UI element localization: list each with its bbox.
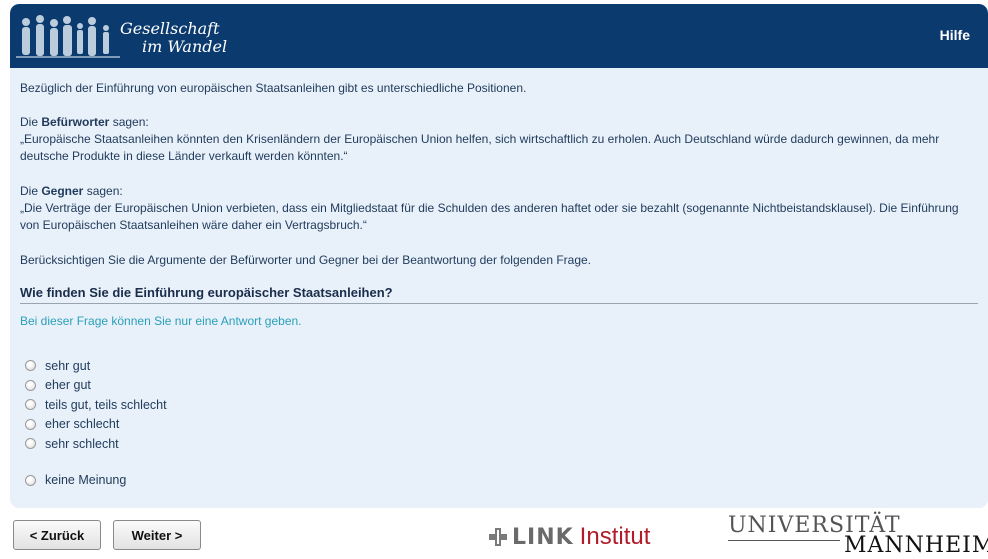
option-keine-meinung[interactable]: keine Meinung [25, 471, 167, 491]
option-sehr-gut[interactable]: sehr gut [25, 356, 167, 376]
uni-line-2: MANNHEIM [844, 533, 988, 558]
radio-button[interactable] [25, 438, 36, 450]
people-silhouette-icon [16, 15, 120, 58]
consider-text: Berücksichtigen Sie die Argumente der Be… [20, 253, 592, 267]
option-eher-schlecht[interactable]: eher schlecht [25, 415, 167, 435]
opponents-quote: „Die Verträge der Europäischen Union ver… [20, 201, 959, 232]
header-bar: Gesellschaft im Wandel Hilfe [10, 4, 988, 68]
opponents-label: Gegner [41, 184, 84, 198]
survey-panel: Gesellschaft im Wandel Hilfe Bezüglich d… [10, 4, 988, 508]
back-button[interactable]: < Zurück [13, 520, 101, 550]
radio-button[interactable] [25, 399, 36, 411]
logo-text: Gesellschaft im Wandel [120, 20, 227, 56]
help-link[interactable]: Hilfe [940, 27, 970, 43]
radio-button[interactable] [25, 474, 36, 486]
proponents-block: Die Befürworter sagen: „Europäische Staa… [20, 114, 978, 165]
option-label: teils gut, teils schlecht [45, 397, 167, 412]
option-label: sehr gut [45, 358, 91, 373]
link-institut-logo: LINK Institut [488, 522, 650, 552]
opponents-prefix: Die [20, 184, 42, 198]
option-teils-gut-teils-schlecht[interactable]: teils gut, teils schlecht [25, 395, 167, 415]
next-button[interactable]: Weiter > [113, 520, 201, 550]
question-divider [20, 303, 978, 304]
option-label: sehr schlecht [45, 436, 119, 451]
proponents-suffix: sagen: [109, 115, 149, 129]
opponents-suffix: sagen: [83, 184, 123, 198]
answer-hint: Bei dieser Frage können Sie nur eine Ant… [20, 314, 302, 328]
logo-line-2: im Wandel [142, 37, 228, 56]
link-word: LINK [512, 524, 574, 550]
link-cross-icon [489, 528, 507, 546]
option-label: eher schlecht [45, 417, 120, 432]
question-title: Wie finden Sie die Einführung europäisch… [20, 285, 393, 300]
gesellschaft-im-wandel-logo: Gesellschaft im Wandel [16, 10, 256, 66]
universitaet-mannheim-logo: UNIVERSITÄT MANNHEIM [728, 513, 988, 559]
proponents-prefix: Die [20, 115, 42, 129]
radio-button[interactable] [25, 379, 36, 391]
logo-line-1: Gesellschaft [120, 19, 220, 38]
uni-divider [728, 540, 840, 541]
radio-button[interactable] [25, 360, 36, 372]
option-label: keine Meinung [45, 473, 127, 488]
link-institut-word: Institut [579, 523, 651, 550]
option-eher-gut[interactable]: eher gut [25, 376, 167, 396]
proponents-quote: „Europäische Staatsanleihen könnten den … [20, 132, 940, 163]
answer-options: sehr gut eher gut teils gut, teils schle… [25, 356, 167, 490]
intro-text: Bezüglich der Einführung von europäische… [20, 81, 527, 95]
option-label: eher gut [45, 378, 91, 393]
option-sehr-schlecht[interactable]: sehr schlecht [25, 434, 167, 454]
proponents-label: Befürworter [41, 115, 110, 129]
radio-button[interactable] [25, 418, 36, 430]
opponents-block: Die Gegner sagen: „Die Verträge der Euro… [20, 183, 978, 234]
